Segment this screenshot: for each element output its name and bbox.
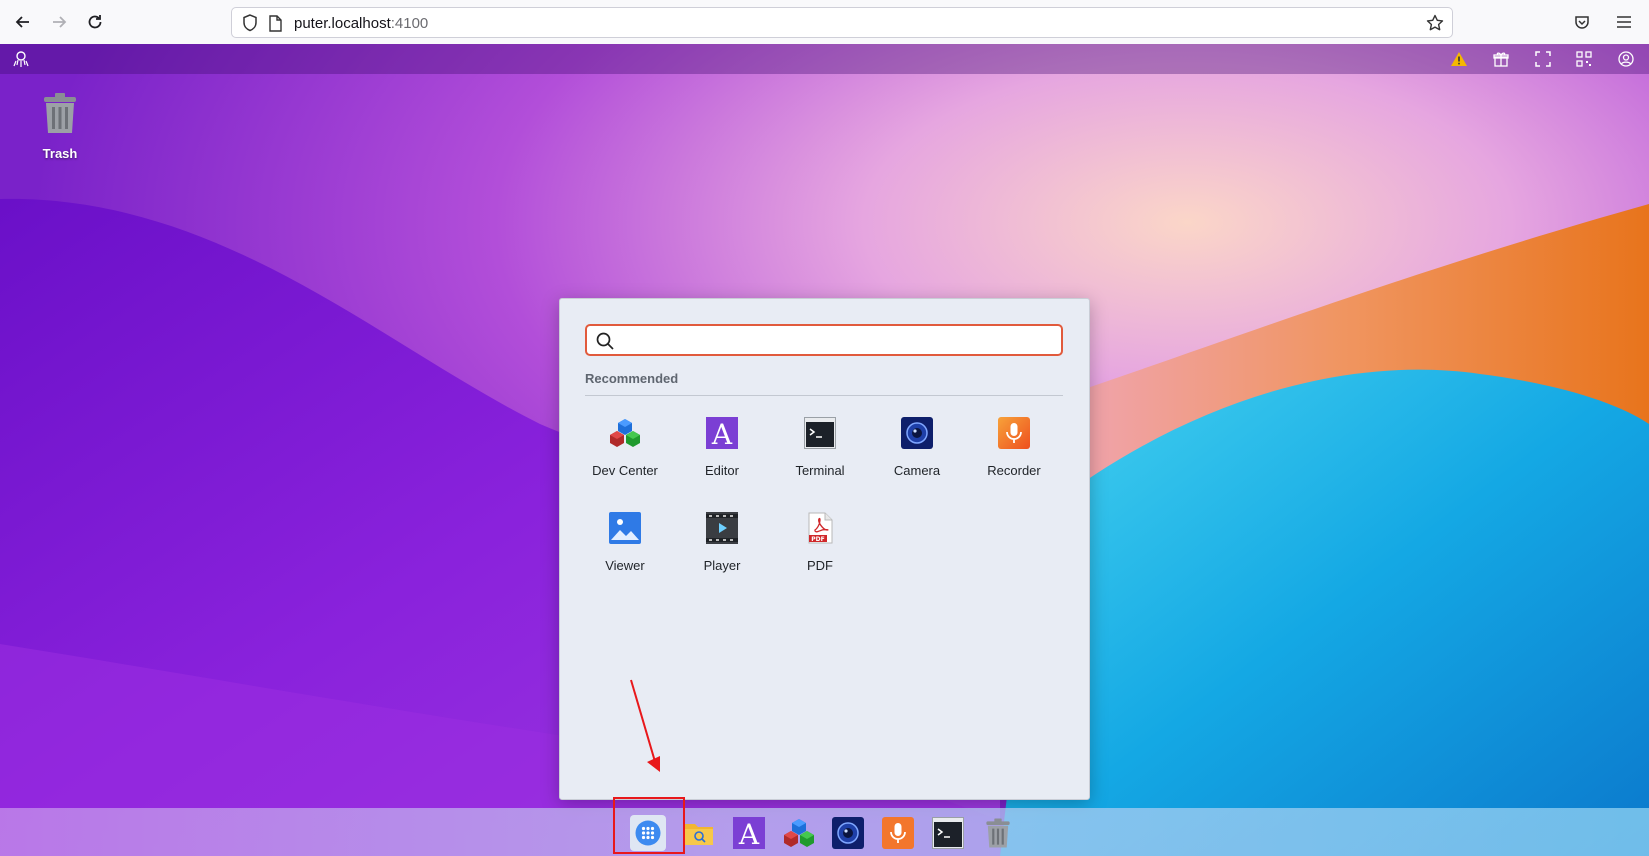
url-text: puter.localhost:4100 — [294, 15, 428, 32]
recommended-heading: Recommended — [585, 371, 679, 386]
divider — [585, 395, 1063, 396]
gift-icon[interactable] — [1491, 49, 1511, 69]
app-label: Camera — [893, 463, 941, 478]
menu-hamburger-icon[interactable] — [1612, 10, 1636, 34]
page-info-icon[interactable] — [265, 13, 285, 33]
taskbar-trash[interactable] — [982, 817, 1014, 849]
files-icon — [685, 824, 713, 845]
taskbar-recorder[interactable] — [882, 817, 914, 849]
app-launcher-popup: Recommended Dev Center A Editor Terminal — [559, 298, 1090, 800]
taskbar-terminal[interactable] — [932, 817, 964, 849]
warning-icon[interactable] — [1449, 49, 1469, 69]
camera-icon — [901, 417, 933, 449]
app-pdf[interactable]: PDF PDF — [772, 512, 868, 573]
reload-icon — [88, 15, 102, 29]
forward-button[interactable] — [46, 9, 72, 35]
search-icon — [596, 332, 614, 350]
app-viewer[interactable]: Viewer — [577, 512, 673, 573]
desktop-item-trash[interactable]: Trash — [25, 91, 95, 161]
desktop-item-label: Trash — [42, 146, 78, 161]
shield-icon[interactable] — [240, 13, 260, 33]
pocket-icon[interactable] — [1570, 10, 1594, 34]
taskbar-dev-center[interactable] — [783, 817, 815, 849]
pdf-icon: PDF — [808, 512, 833, 544]
app-terminal[interactable]: Terminal — [772, 417, 868, 478]
back-arrow-icon — [15, 16, 29, 28]
reload-button[interactable] — [82, 9, 108, 35]
app-recorder[interactable]: Recorder — [966, 417, 1062, 478]
app-label: Terminal — [795, 463, 845, 478]
forward-arrow-icon — [53, 16, 67, 28]
app-camera[interactable]: Camera — [869, 417, 965, 478]
fullscreen-icon[interactable] — [1533, 49, 1553, 69]
terminal-icon — [804, 417, 836, 449]
search-input[interactable] — [621, 328, 1055, 354]
editor-icon: A — [733, 817, 765, 851]
app-label: Dev Center — [592, 463, 658, 478]
back-button[interactable] — [10, 9, 36, 35]
search-box[interactable] — [585, 324, 1063, 356]
app-editor[interactable]: A Editor — [674, 417, 770, 478]
app-label: Player — [703, 558, 741, 573]
camera-icon — [832, 817, 864, 849]
app-dev-center[interactable]: Dev Center — [577, 417, 673, 478]
puter-logo-icon[interactable] — [11, 49, 31, 69]
bookmark-star-icon[interactable] — [1425, 13, 1445, 33]
taskbar-files[interactable] — [683, 817, 715, 849]
editor-icon: A — [706, 417, 738, 451]
svg-text:A: A — [711, 418, 733, 449]
taskbar: A — [0, 808, 1649, 856]
app-player[interactable]: Player — [674, 512, 770, 573]
svg-text:PDF: PDF — [811, 536, 824, 543]
viewer-icon — [609, 512, 641, 544]
qr-code-icon[interactable] — [1574, 49, 1594, 69]
url-host: puter.localhost — [294, 15, 391, 32]
terminal-icon — [932, 817, 964, 849]
taskbar-camera[interactable] — [832, 817, 864, 849]
browser-toolbar: puter.localhost:4100 — [0, 0, 1649, 45]
recorder-icon — [882, 817, 914, 849]
desktop[interactable]: Trash Recommended Dev Center A Editor Te… — [0, 44, 1649, 856]
app-label: Recorder — [987, 463, 1041, 478]
trash-icon — [44, 93, 76, 133]
taskbar-editor[interactable]: A — [733, 817, 765, 851]
taskbar-launcher-button[interactable] — [630, 815, 666, 851]
dev-center-icon — [610, 419, 640, 447]
desktop-top-bar — [0, 44, 1649, 74]
app-label: PDF — [807, 558, 833, 573]
app-label: Viewer — [605, 558, 645, 573]
account-icon[interactable] — [1616, 49, 1636, 69]
app-label: Editor — [705, 463, 739, 478]
url-port: :4100 — [390, 15, 429, 32]
launcher-icon — [635, 820, 661, 846]
svg-text:A: A — [738, 818, 760, 849]
address-bar[interactable]: puter.localhost:4100 — [231, 7, 1453, 38]
trash-icon — [986, 818, 1010, 848]
recorder-icon — [998, 417, 1030, 449]
dev-center-icon — [784, 819, 814, 847]
player-icon — [706, 512, 738, 544]
